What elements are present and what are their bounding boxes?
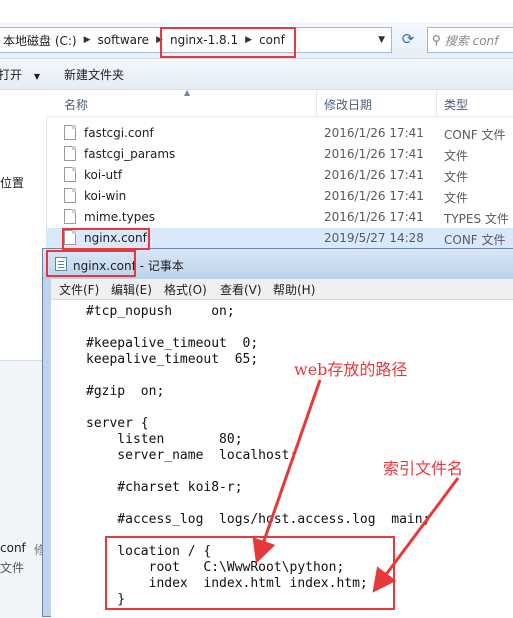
code-line: #gzip on; xyxy=(86,384,165,399)
file-type: 文件 xyxy=(444,191,469,205)
column-name[interactable]: 名称 xyxy=(64,96,88,113)
file-date: 2016/1/26 17:41 xyxy=(324,168,424,182)
file-name: koi-utf xyxy=(84,168,123,182)
file-name: mime.types xyxy=(84,210,155,224)
annotation-index-name: 索引文件名 xyxy=(383,459,464,478)
sort-up-icon: ▲ xyxy=(184,88,191,97)
new-folder-button[interactable]: 新建文件夹 xyxy=(64,66,124,83)
chevron-down-icon: ▼ xyxy=(33,72,40,81)
refresh-icon[interactable]: ⟳ xyxy=(398,28,418,50)
file-type: CONF 文件 xyxy=(444,233,506,247)
annotation-web-path: web存放的路径 xyxy=(294,360,408,379)
file-row[interactable]: fastcgi.conf 2016/1/26 17:41 CONF 文件 xyxy=(46,123,513,144)
file-date: 2019/5/27 14:28 xyxy=(324,231,424,245)
code-line: server_name localhost; xyxy=(86,448,298,463)
breadcrumb-separator-icon[interactable]: ▶ xyxy=(81,35,94,45)
file-type: 文件 xyxy=(444,149,469,163)
file-type: TYPES 文件 xyxy=(444,212,509,226)
file-icon xyxy=(64,188,76,203)
file-date: 2016/1/26 17:41 xyxy=(324,147,424,161)
file-icon xyxy=(64,209,76,224)
details-file-name: conf xyxy=(0,541,26,555)
search-placeholder: 搜索 conf xyxy=(444,33,499,48)
menu-file[interactable]: 文件(F) xyxy=(59,281,99,298)
file-row[interactable]: koi-utf 2016/1/26 17:41 文件 xyxy=(46,165,513,186)
file-icon xyxy=(64,146,76,161)
search-input[interactable]: ⚲ 搜索 conf xyxy=(427,27,513,53)
menu-format[interactable]: 格式(O) xyxy=(164,281,207,298)
code-line: keepalive_timeout 65; xyxy=(86,352,259,367)
column-divider[interactable] xyxy=(436,90,437,116)
code-line: #charset koi8-r; xyxy=(86,480,243,495)
highlight-box-location xyxy=(105,536,395,610)
file-row[interactable]: fastcgi_params 2016/1/26 17:41 文件 xyxy=(46,144,513,165)
file-date: 2016/1/26 17:41 xyxy=(324,210,424,224)
search-icon: ⚲ xyxy=(432,33,441,47)
file-type: 文件 xyxy=(444,170,469,184)
menu-help[interactable]: 帮助(H) xyxy=(273,281,315,298)
menu-view[interactable]: 查看(V) xyxy=(220,281,262,298)
nav-item-fragment[interactable]: 位置 xyxy=(0,174,24,191)
file-icon xyxy=(64,167,76,182)
file-row[interactable]: koi-win 2016/1/26 17:41 文件 xyxy=(46,186,513,207)
code-line: #access_log logs/host.access.log main; xyxy=(86,512,431,527)
highlight-box-title xyxy=(46,250,136,277)
code-line: listen 80; xyxy=(86,432,243,447)
highlight-box-file xyxy=(62,228,150,250)
details-file-type: 文件 xyxy=(0,561,25,575)
address-dropdown-icon[interactable]: ▼ xyxy=(378,35,385,45)
file-name: fastcgi_params xyxy=(84,147,176,161)
code-line: server { xyxy=(86,416,149,431)
file-date: 2016/1/26 17:41 xyxy=(324,189,424,203)
code-line: #tcp_nopush on; xyxy=(86,304,235,319)
column-divider[interactable] xyxy=(316,90,317,116)
file-row[interactable]: mime.types 2016/1/26 17:41 TYPES 文件 xyxy=(46,207,513,228)
column-header: ▲ 名称 修改日期 类型 xyxy=(46,88,513,117)
menu-edit[interactable]: 编辑(E) xyxy=(111,281,152,298)
file-name: fastcgi.conf xyxy=(84,126,154,140)
details-pane xyxy=(0,360,46,618)
notepad-title-app: - 记事本 xyxy=(135,259,184,273)
code-line: #keepalive_timeout 0; xyxy=(86,336,259,351)
file-name: koi-win xyxy=(84,189,127,203)
open-button-label: 打开 xyxy=(0,68,23,82)
column-type[interactable]: 类型 xyxy=(444,96,468,113)
file-date: 2016/1/26 17:41 xyxy=(324,126,424,140)
highlight-box-path xyxy=(160,27,296,58)
command-toolbar: 打开 ▼ 新建文件夹 xyxy=(0,59,513,90)
open-button[interactable]: 打开 ▼ xyxy=(0,66,40,83)
file-type: CONF 文件 xyxy=(444,128,506,142)
column-modified[interactable]: 修改日期 xyxy=(324,96,372,113)
breadcrumb-drive[interactable]: 本地磁盘 (C:) xyxy=(0,32,81,49)
notepad-menubar: 文件(F) 编辑(E) 格式(O) 查看(V) 帮助(H) xyxy=(51,279,513,300)
breadcrumb-software[interactable]: software xyxy=(94,33,154,47)
file-icon xyxy=(64,125,76,140)
